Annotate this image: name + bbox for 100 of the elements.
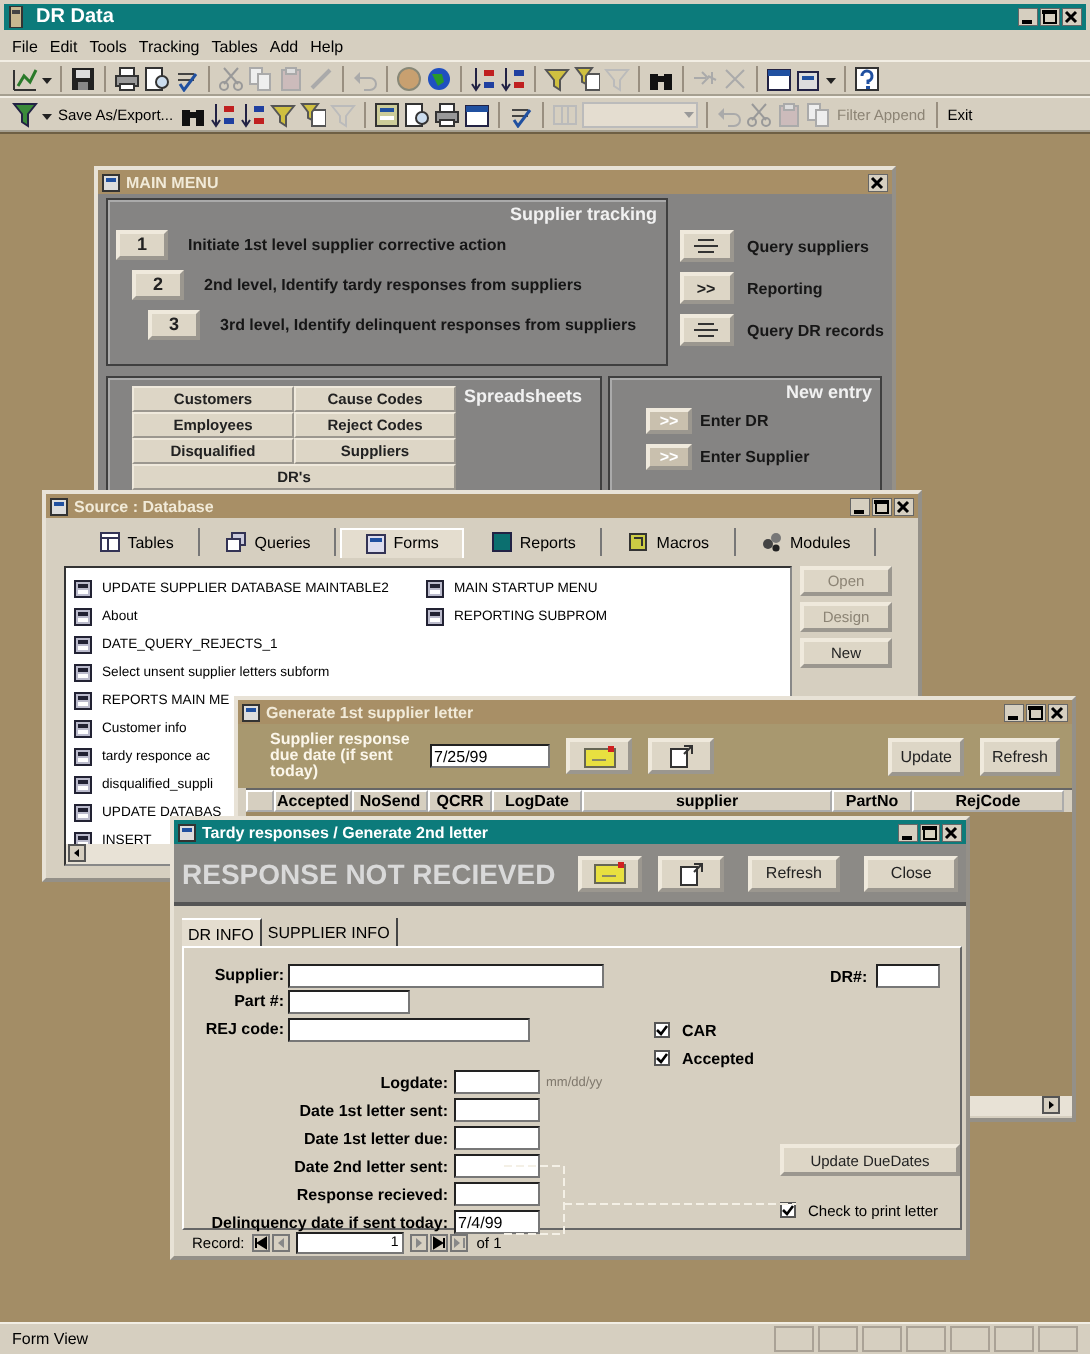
scroll-left-button[interactable]: [68, 844, 86, 862]
column-header[interactable]: PartNo: [832, 790, 912, 812]
maximize-button[interactable]: [872, 497, 892, 515]
printer-icon[interactable]: [433, 101, 460, 127]
status-panel: [994, 1326, 1034, 1352]
checkbox[interactable]: [654, 1050, 670, 1066]
form-icon: [74, 607, 92, 625]
tab[interactable]: Modules: [737, 528, 877, 556]
sort-icon[interactable]: [500, 65, 526, 91]
window-icon[interactable]: [796, 65, 822, 91]
sort-icon[interactable]: [239, 101, 266, 127]
close-button[interactable]: [1062, 8, 1082, 26]
funnel-icon[interactable]: [12, 101, 38, 127]
query-icon: [226, 532, 247, 552]
action-button[interactable]: Close: [864, 855, 959, 891]
date-field[interactable]: [454, 1182, 540, 1206]
menu-item[interactable]: Tools: [89, 37, 127, 55]
checkbox[interactable]: [654, 1022, 670, 1038]
form-icon: [74, 747, 92, 765]
sort-icon[interactable]: [470, 65, 496, 91]
date-field[interactable]: [454, 1154, 540, 1178]
envelope-button[interactable]: [578, 855, 643, 891]
window-icon[interactable]: [766, 65, 792, 91]
form-icon[interactable]: [373, 101, 400, 127]
funnel-icon[interactable]: [299, 101, 326, 127]
last-record-button[interactable]: [430, 1233, 449, 1251]
sort-icon[interactable]: [209, 101, 236, 127]
column-header[interactable]: Accepted: [274, 790, 352, 812]
clipboard-icon[interactable]: [278, 65, 304, 91]
step-button[interactable]: 2: [132, 269, 184, 299]
step-button[interactable]: 3: [148, 309, 200, 339]
menu-item[interactable]: Tables: [211, 37, 258, 55]
option-label: Query DR records: [747, 321, 884, 339]
input-field[interactable]: [288, 989, 410, 1013]
maximize-button[interactable]: [1026, 703, 1046, 721]
column-header[interactable]: LogDate: [492, 790, 582, 812]
input-field[interactable]: [288, 963, 604, 987]
menu-item[interactable]: Help: [310, 37, 344, 55]
tab[interactable]: Forms: [339, 527, 465, 557]
document-button[interactable]: [648, 738, 714, 774]
tab[interactable]: Queries: [202, 528, 337, 556]
funnel-icon[interactable]: [544, 65, 570, 91]
menu-item[interactable]: Edit: [49, 37, 78, 55]
clipboard-icon[interactable]: [775, 101, 802, 127]
date-field[interactable]: 7/4/99: [454, 1210, 540, 1234]
page-magnifier-icon[interactable]: [403, 101, 430, 127]
action-button[interactable]: Update: [888, 737, 964, 775]
status-text: Form View: [12, 1330, 89, 1348]
form-button[interactable]: [679, 314, 734, 346]
funnel-icon[interactable]: [269, 101, 296, 127]
menu-item[interactable]: Add: [269, 37, 299, 55]
action-button[interactable]: Refresh: [979, 737, 1060, 775]
menu-item[interactable]: File: [12, 37, 38, 55]
column-header[interactable]: QCRR: [428, 790, 492, 812]
step-button[interactable]: 1: [116, 229, 168, 259]
tab[interactable]: SUPPLIER INFO: [261, 918, 398, 946]
close-button[interactable]: [942, 823, 962, 841]
date-field[interactable]: [454, 1098, 540, 1122]
document-button[interactable]: [658, 855, 724, 891]
chart-icon[interactable]: [12, 65, 38, 91]
first-record-button[interactable]: [252, 1233, 271, 1251]
input-field[interactable]: [288, 1017, 530, 1041]
input-field[interactable]: [875, 964, 940, 988]
date-field[interactable]: 7/25/99: [430, 744, 550, 768]
tab[interactable]: Reports: [467, 528, 602, 556]
minimize-button[interactable]: [1004, 703, 1024, 721]
action-button[interactable]: Refresh: [747, 855, 841, 891]
tab[interactable]: DR INFO: [182, 918, 262, 946]
lines-icon: [690, 237, 723, 255]
window-icon[interactable]: [463, 101, 490, 127]
date-field[interactable]: [454, 1070, 540, 1094]
checkbox-label: Accepted: [682, 1049, 755, 1067]
minimize-button[interactable]: [850, 497, 870, 515]
date-field[interactable]: [454, 1126, 540, 1150]
menu-item[interactable]: Tracking: [138, 37, 200, 55]
close-button[interactable]: [868, 173, 888, 191]
column-header[interactable]: NoSend: [352, 790, 428, 812]
tab[interactable]: Macros: [604, 528, 736, 556]
checkbox[interactable]: [780, 1202, 796, 1218]
tab[interactable]: Tables: [75, 528, 200, 556]
minimize-button[interactable]: [1018, 8, 1038, 26]
close-button[interactable]: [1048, 703, 1068, 721]
help-icon[interactable]: [854, 65, 880, 91]
form-button[interactable]: [679, 230, 734, 262]
app-icon: [8, 6, 28, 28]
status-panel: [818, 1326, 858, 1352]
printer-icon[interactable]: [114, 65, 140, 91]
page-magnifier-icon[interactable]: [144, 65, 170, 91]
column-header[interactable]: supplier: [582, 790, 832, 812]
arrow-button[interactable]: >>: [679, 272, 734, 304]
maximize-button[interactable]: [920, 823, 940, 841]
funnel-icon[interactable]: [574, 65, 600, 91]
save-icon[interactable]: [70, 65, 96, 91]
maximize-button[interactable]: [1040, 8, 1060, 26]
column-header[interactable]: RejCode: [912, 790, 1064, 812]
scroll-right-button[interactable]: [1042, 1096, 1060, 1114]
minimize-button[interactable]: [898, 823, 918, 841]
close-button[interactable]: [894, 497, 914, 515]
option-label: Reporting: [747, 279, 823, 297]
envelope-button[interactable]: [566, 738, 632, 774]
